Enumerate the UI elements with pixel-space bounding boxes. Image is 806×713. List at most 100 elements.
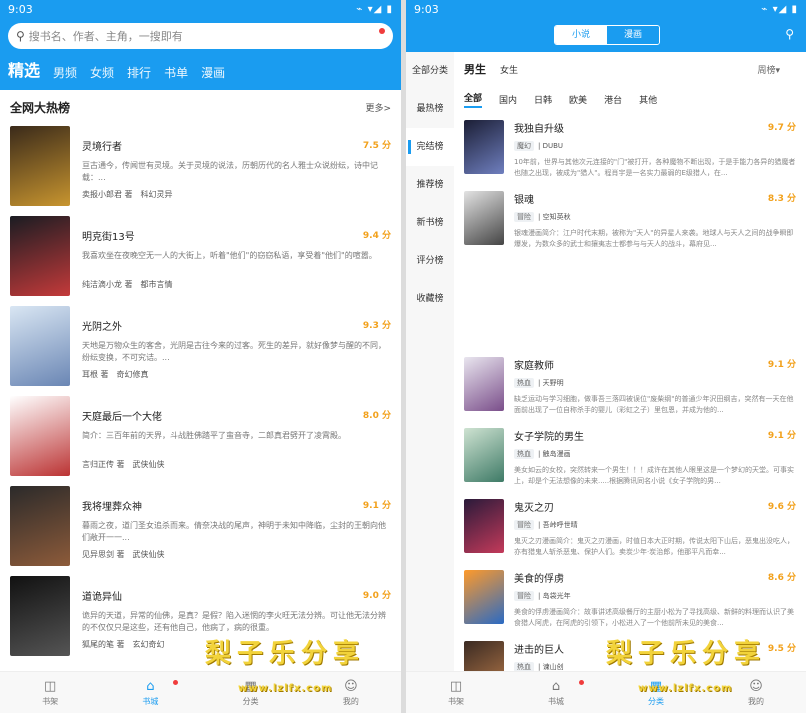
comic-description: 美食的俘虏漫画简介：故事讲述高级餐厅的主厨小松为了寻找高级、新鲜的料理而认识了美…	[514, 608, 794, 627]
tab-ranking[interactable]: 排行	[127, 64, 151, 81]
comic-title[interactable]: 家庭教师	[514, 357, 796, 372]
list-gap	[464, 254, 796, 349]
comic-list-panel: 男生 女生 周榜▾ 全部 国内 日韩 欧美 港台 其他 我独自升级 9.7 分魔幻…	[454, 52, 806, 671]
tab-profile[interactable]: ☺ 我的	[301, 672, 401, 713]
book-title[interactable]: 光阴之外	[82, 318, 391, 333]
comic-item[interactable]: 银魂 8.3 分冒险 | 空知英秋 银魂漫画简介：江户时代末期，被称为"天人"的异星人…	[464, 186, 796, 254]
book-cover[interactable]	[10, 486, 70, 566]
comic-tag: 热血	[514, 378, 534, 388]
book-category: 都市言情	[140, 280, 173, 289]
tab-male[interactable]: 男频	[53, 64, 77, 81]
tab-bookshelf-label: 书架	[448, 697, 464, 706]
sidebar-item-favorites[interactable]: 收藏榜	[406, 280, 454, 318]
book-title[interactable]: 天庭最后一个大佬	[82, 408, 391, 423]
search-icon[interactable]: ⚲	[785, 27, 794, 41]
comic-item[interactable]: 进击的巨人9.5 分热血| 谏山创进击的巨人漫画简介：进击的巨人漫画，讲述人类与…	[464, 636, 796, 671]
book-item[interactable]: 我将埋葬众神 9.1 分暮雨之夜，道门圣女追杀而来。倩奈决战的尾声，神明于未知中降…	[10, 486, 391, 572]
sidebar-item-all[interactable]: 全部分类	[406, 52, 454, 90]
comic-title[interactable]: 鬼灭之刃	[514, 499, 796, 514]
sidebar-item-completed[interactable]: 完结榜	[406, 128, 454, 166]
tab-featured[interactable]: 精选	[8, 57, 40, 81]
comic-author: DUBU	[542, 142, 564, 150]
tab-booklist[interactable]: 书单	[164, 64, 188, 81]
book-item[interactable]: 光阴之外 9.3 分天地是万物众生的客舍，光阴是古往今来的过客。死生的差异，就好像…	[10, 306, 391, 392]
sidebar-item-rating[interactable]: 评分榜	[406, 242, 454, 280]
comic-score: 9.1 分	[767, 431, 796, 441]
weekly-sort-dropdown[interactable]: 周榜▾	[757, 63, 780, 76]
comic-item[interactable]: 家庭教师 9.1 分热血 | 天野明 缺乏运动与学习细胞，做事吾三落四被误位"废柴纲"…	[464, 352, 796, 420]
book-cover[interactable]	[10, 216, 70, 296]
book-info: 灵境行者 7.5 分亘古通今，传闻世有灵境。关于灵境的说法，历朝历代的名人雅士众说…	[70, 126, 391, 212]
bookshelf-icon: ◫	[449, 679, 463, 694]
comic-cover[interactable]	[464, 191, 504, 245]
book-cover[interactable]	[10, 306, 70, 386]
tab-comics[interactable]: 漫画	[201, 64, 225, 81]
book-item[interactable]: 明克街13号 9.4 分我喜欢坐在夜晚空无一人的大街上，听着"他们"的窃窃私语，享…	[10, 216, 391, 302]
tab-bookshelf[interactable]: ◫ 书架	[0, 672, 100, 713]
book-item[interactable]: 道诡异仙 9.0 分诡异的天道，异常的仙佛，是真？是假？陷入迷惘的李火旺无法分辨。…	[10, 576, 391, 662]
book-title[interactable]: 我将埋葬众神	[82, 498, 391, 513]
tab-female[interactable]: 女频	[90, 64, 114, 81]
book-title[interactable]: 灵境行者	[82, 138, 391, 153]
comic-title[interactable]: 女子学院的男生	[514, 428, 796, 443]
comic-cover[interactable]	[464, 570, 504, 624]
comic-cover[interactable]	[464, 641, 504, 671]
comic-cover[interactable]	[464, 428, 504, 482]
book-title[interactable]: 明克街13号	[82, 228, 391, 243]
profile-icon: ☺	[344, 679, 358, 694]
tab-category[interactable]: ▦ 分类	[606, 672, 706, 713]
comic-cover[interactable]	[464, 357, 504, 411]
book-cover[interactable]	[10, 576, 70, 656]
book-info: 光阴之外 9.3 分天地是万物众生的客舍，光阴是古往今来的过客。死生的差异，就好像…	[70, 306, 391, 392]
book-title[interactable]: 道诡异仙	[82, 588, 391, 603]
comic-item[interactable]: 美食的俘虏 8.6 分冒险 | 岛袋光年 美食的俘虏漫画简介：故事讲述高级餐厅的主厨小…	[464, 565, 796, 633]
tab-category[interactable]: ▦ 分类	[201, 672, 301, 713]
comic-item[interactable]: 我独自升级 9.7 分魔幻 | DUBU 10年前，世界与其他次元连接的"门"被打开，…	[464, 115, 796, 183]
search-bar[interactable]: ⚲ 搜书名、作者、主角，一搜即有	[8, 23, 393, 49]
comic-tag: 热血	[514, 662, 534, 671]
region-other[interactable]: 其他	[639, 93, 657, 106]
comic-description: 美女如云的女校，突然转来一个男生！！！成许在其他人眼里这是一个梦幻的天堂。可事实…	[514, 466, 794, 485]
sidebar-item-recommended[interactable]: 推荐榜	[406, 166, 454, 204]
comic-item[interactable]: 女子学院的男生 9.1 分热血 | 触岛漫画 美女如云的女校，突然转来一个男生！！！成…	[464, 423, 796, 491]
book-cover[interactable]	[10, 126, 70, 206]
tab-bookstore[interactable]: ⌂ 书城	[506, 672, 606, 713]
category-icon: ▦	[649, 679, 663, 694]
more-link[interactable]: 更多>	[365, 101, 391, 114]
segment-comic[interactable]: 漫画	[607, 26, 659, 44]
comic-score: 8.3 分	[767, 194, 796, 204]
comic-title[interactable]: 进击的巨人	[514, 641, 796, 656]
filter-male[interactable]: 男生	[464, 61, 486, 77]
comic-score: 9.5 分	[767, 644, 796, 654]
segment-novel[interactable]: 小说	[555, 26, 607, 44]
tab-bookstore[interactable]: ⌂ 书城	[100, 672, 200, 713]
sidebar-item-hottest[interactable]: 最热榜	[406, 90, 454, 128]
comic-score: 9.6 分	[767, 502, 796, 512]
region-japan-korea[interactable]: 日韩	[534, 93, 552, 106]
comic-cover[interactable]	[464, 499, 504, 553]
region-hk-tw[interactable]: 港台	[604, 93, 622, 106]
tab-category-label: 分类	[242, 697, 259, 706]
book-cover[interactable]	[10, 396, 70, 476]
comic-tag: 冒险	[514, 520, 534, 530]
region-domestic[interactable]: 国内	[499, 93, 517, 106]
sidebar-item-new[interactable]: 新书榜	[406, 204, 454, 242]
tab-bookshelf[interactable]: ◫ 书架	[406, 672, 506, 713]
section-title: 全网大热榜	[10, 100, 71, 115]
region-filter: 全部 国内 日韩 欧美 港台 其他	[464, 86, 796, 112]
comic-title[interactable]: 银魂	[514, 191, 796, 206]
book-item[interactable]: 天庭最后一个大佬 8.0 分简介：三百年前的天界，斗战胜佛踏平了蛮音寺，二郎真君劈…	[10, 396, 391, 482]
region-western[interactable]: 欧美	[569, 93, 587, 106]
filter-female[interactable]: 女生	[500, 63, 518, 76]
comic-title[interactable]: 美食的俘虏	[514, 570, 796, 585]
comic-title[interactable]: 我独自升级	[514, 120, 796, 135]
search-icon: ⚲	[16, 29, 25, 43]
comic-item[interactable]: 鬼灭之刃 9.6 分冒险 | 吾峠呼世晴 鬼灭之刃漫画简介：鬼灭之刃漫画，时值日本大正…	[464, 494, 796, 562]
comic-info: 鬼灭之刃 9.6 分冒险 | 吾峠呼世晴 鬼灭之刃漫画简介：鬼灭之刃漫画，时值日本大正…	[504, 494, 796, 562]
tab-profile[interactable]: ☺ 我的	[706, 672, 806, 713]
comic-info: 我独自升级 9.7 分魔幻 | DUBU 10年前，世界与其他次元连接的"门"被打开，…	[504, 115, 796, 183]
book-category: 武侠仙侠	[132, 550, 165, 559]
book-item[interactable]: 灵境行者 7.5 分亘古通今，传闻世有灵境。关于灵境的说法，历朝历代的名人雅士众说…	[10, 126, 391, 212]
comic-cover[interactable]	[464, 120, 504, 174]
region-all[interactable]: 全部	[464, 91, 483, 108]
